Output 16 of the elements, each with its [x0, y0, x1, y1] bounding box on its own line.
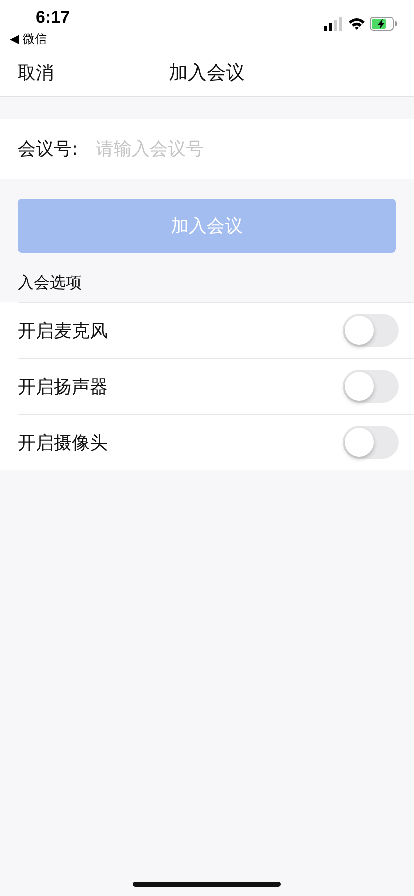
signal-icon	[324, 17, 344, 31]
wifi-icon	[348, 17, 366, 31]
option-label: 开启摄像头	[18, 432, 108, 454]
status-time: 6:17	[36, 8, 70, 28]
meeting-number-field[interactable]: 会议号: 请输入会议号	[0, 119, 414, 179]
page-title: 加入会议	[169, 61, 245, 86]
cancel-button[interactable]: 取消	[18, 61, 54, 85]
toggle-switch[interactable]	[343, 426, 399, 459]
option-label: 开启扬声器	[18, 376, 108, 398]
options-heading: 入会选项	[18, 273, 82, 292]
toggle-switch[interactable]	[343, 314, 399, 347]
battery-charging-icon	[370, 17, 398, 31]
toggle-switch[interactable]	[343, 370, 399, 403]
back-to-app-link[interactable]: ◀ 微信	[10, 31, 48, 48]
option-label: 开启麦克风	[18, 320, 108, 342]
meeting-number-label: 会议号:	[18, 138, 80, 161]
